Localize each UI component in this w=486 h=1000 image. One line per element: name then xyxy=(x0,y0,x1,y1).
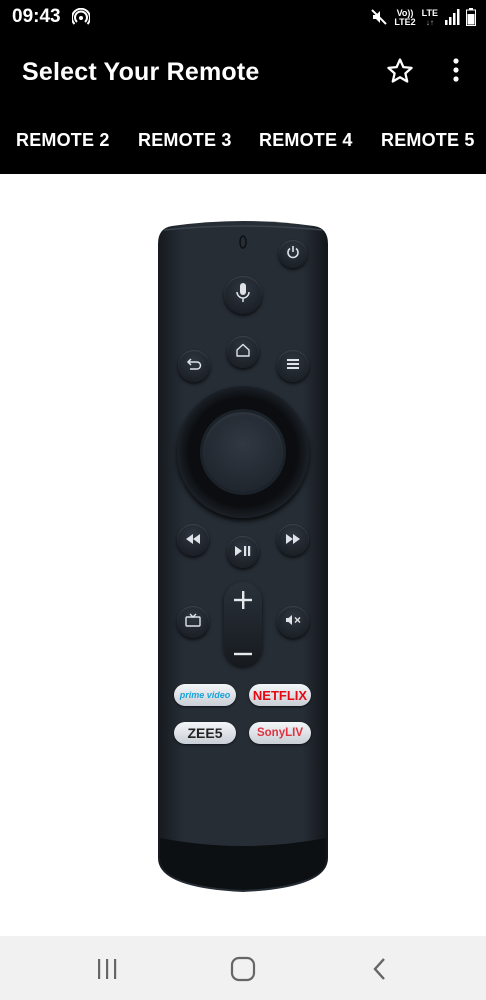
volume-up-icon[interactable] xyxy=(233,590,253,615)
lte2-label: LTE2 xyxy=(394,17,416,27)
tv-input-button[interactable] xyxy=(177,606,209,638)
navigation-ring[interactable] xyxy=(177,386,309,518)
mute-status-icon xyxy=(370,8,388,28)
power-button[interactable] xyxy=(279,240,307,268)
mic-icon xyxy=(235,282,251,309)
status-time: 09:43 xyxy=(12,6,61,27)
status-indicators: Vo)) LTE2 LTE ↓↑ xyxy=(370,5,476,31)
battery-icon xyxy=(466,8,476,28)
play-pause-button[interactable] xyxy=(227,536,259,568)
lte-label: LTE xyxy=(421,8,438,18)
back-icon xyxy=(186,357,202,376)
favorite-star-icon[interactable] xyxy=(385,56,415,86)
fast-forward-button[interactable] xyxy=(277,524,309,556)
menu-icon xyxy=(286,357,300,375)
home-nav-icon[interactable] xyxy=(228,954,258,984)
remote-image: prime video NETFLIX ZEE5 SonyLIV xyxy=(158,218,328,892)
sonyliv-button[interactable]: SonyLIV xyxy=(249,722,311,744)
prime-video-button[interactable]: prime video xyxy=(174,684,236,706)
status-bar: 09:43 Vo)) LTE2 LTE ↓↑ xyxy=(0,0,486,36)
netflix-button[interactable]: NETFLIX xyxy=(249,684,311,706)
rewind-button[interactable] xyxy=(177,524,209,556)
voice-button[interactable] xyxy=(224,276,262,314)
page-title: Select Your Remote xyxy=(22,58,260,86)
signal-icon xyxy=(444,9,460,27)
volume-rocker xyxy=(224,582,262,666)
tab-remote-3[interactable]: REMOTE 3 xyxy=(138,130,232,151)
hotspot-icon xyxy=(71,7,91,31)
mute-icon xyxy=(285,613,301,631)
tab-remote-4[interactable]: REMOTE 4 xyxy=(259,130,353,151)
data-arrows-icon: ↓↑ xyxy=(425,18,434,27)
system-nav-bar xyxy=(0,936,486,1000)
fast-forward-icon xyxy=(286,531,300,549)
remote-tabs: REMOTE 2 REMOTE 3 REMOTE 4 REMOTE 5 xyxy=(0,110,486,174)
home-icon xyxy=(235,343,251,362)
back-button[interactable] xyxy=(178,350,210,382)
tab-remote-2[interactable]: REMOTE 2 xyxy=(16,130,110,151)
zee5-button[interactable]: ZEE5 xyxy=(174,722,236,744)
lte-indicator: LTE ↓↑ xyxy=(421,8,438,28)
tv-icon xyxy=(185,613,201,632)
more-options-icon[interactable] xyxy=(446,56,466,86)
rewind-icon xyxy=(186,531,200,549)
prime-video-label: prime video xyxy=(179,690,231,700)
menu-button[interactable] xyxy=(277,350,309,382)
sonyliv-label: SonyLIV xyxy=(256,727,303,739)
netflix-label: NETFLIX xyxy=(252,687,308,703)
power-icon xyxy=(286,245,300,264)
back-nav-icon[interactable] xyxy=(364,954,394,984)
volume-down-icon[interactable] xyxy=(233,644,253,662)
home-button[interactable] xyxy=(227,336,259,368)
select-button[interactable] xyxy=(203,412,283,492)
mute-button[interactable] xyxy=(277,606,309,638)
app-bar: Select Your Remote xyxy=(0,36,486,110)
play-pause-icon xyxy=(235,543,251,561)
recents-icon[interactable] xyxy=(92,954,122,984)
zee5-label: ZEE5 xyxy=(187,725,223,741)
volte-indicator: Vo)) LTE2 xyxy=(394,9,415,27)
tab-remote-5[interactable]: REMOTE 5 xyxy=(381,130,475,151)
